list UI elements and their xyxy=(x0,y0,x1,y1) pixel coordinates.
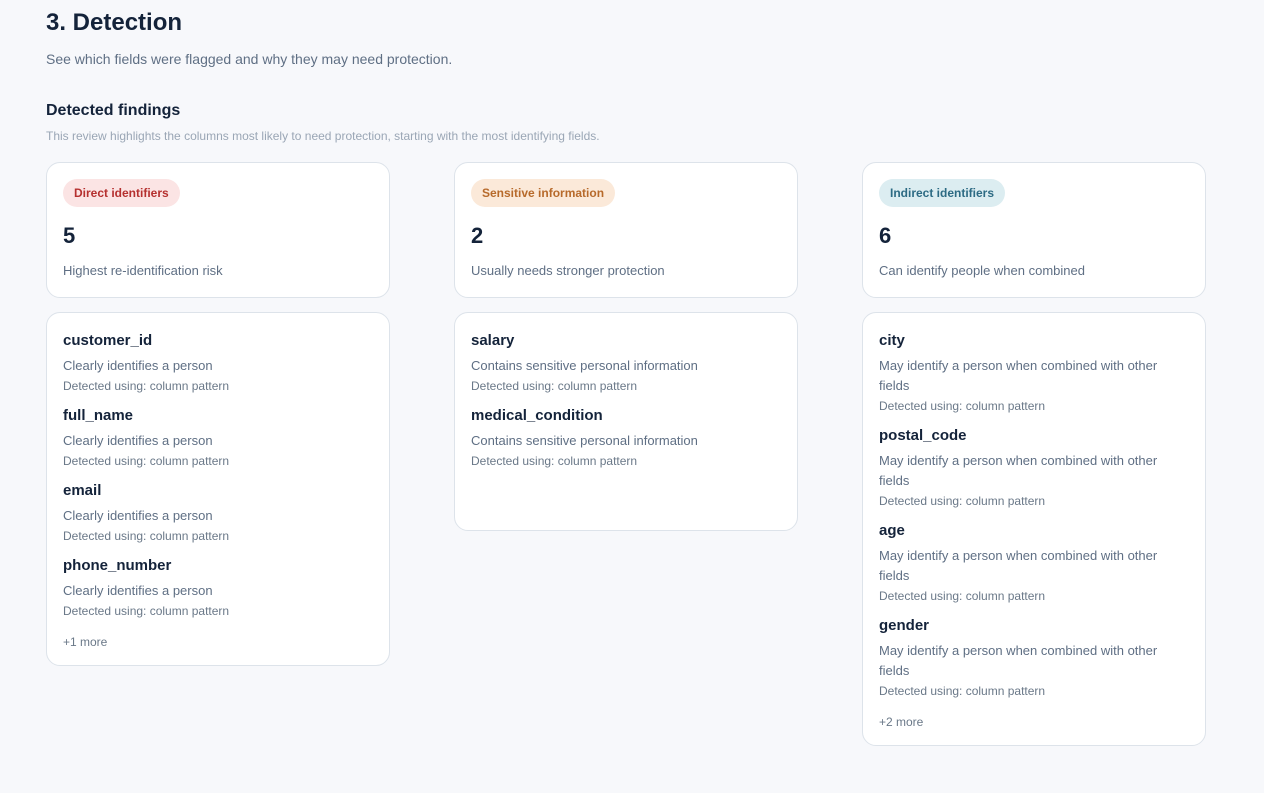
sensitive-information-count: 2 xyxy=(471,223,484,248)
field-name: email xyxy=(63,482,102,499)
list-item: city May identify a person when combined… xyxy=(879,332,1189,414)
sensitive-information-summary: Usually needs stronger protection xyxy=(471,263,665,278)
field-method: Detected using: column pattern xyxy=(879,684,1046,698)
list-item: gender May identify a person when combin… xyxy=(879,617,1189,699)
field-reason: Clearly identifies a person xyxy=(63,433,213,448)
field-method: Detected using: column pattern xyxy=(471,379,638,393)
more-fields-link[interactable]: +2 more xyxy=(879,715,1189,729)
list-item: salary Contains sensitive personal infor… xyxy=(471,332,781,394)
field-name: medical_condition xyxy=(471,407,603,424)
field-name: city xyxy=(879,332,905,349)
field-name: age xyxy=(879,522,905,539)
field-name: postal_code xyxy=(879,427,967,444)
field-name: gender xyxy=(879,617,930,634)
sensitive-information-badge: Sensitive information xyxy=(471,179,616,207)
field-reason: May identify a person when combined with… xyxy=(879,453,1158,488)
field-method: Detected using: column pattern xyxy=(879,589,1046,603)
field-method: Detected using: column pattern xyxy=(63,454,230,468)
field-method: Detected using: column pattern xyxy=(471,454,638,468)
direct-identifiers-list: customer_id Clearly identifies a person … xyxy=(46,312,390,666)
list-item: postal_code May identify a person when c… xyxy=(879,427,1189,509)
field-name: customer_id xyxy=(63,332,153,349)
more-fields-link[interactable]: +1 more xyxy=(63,635,373,649)
list-item: full_name Clearly identifies a person De… xyxy=(63,407,373,469)
page-title: 3. Detection xyxy=(46,9,183,36)
field-method: Detected using: column pattern xyxy=(63,604,230,618)
direct-identifiers-summary: Highest re-identification risk xyxy=(63,263,223,278)
list-item: phone_number Clearly identifies a person… xyxy=(63,557,373,619)
field-reason: Clearly identifies a person xyxy=(63,358,213,373)
indirect-identifiers-count: 6 xyxy=(879,223,892,248)
field-reason: May identify a person when combined with… xyxy=(879,358,1158,393)
field-reason: Clearly identifies a person xyxy=(63,508,213,523)
field-reason: May identify a person when combined with… xyxy=(879,548,1158,583)
field-method: Detected using: column pattern xyxy=(879,399,1046,413)
direct-identifiers-badge: Direct identifiers xyxy=(63,179,180,207)
field-name: phone_number xyxy=(63,557,172,574)
field-reason: Clearly identifies a person xyxy=(63,583,213,598)
field-name: salary xyxy=(471,332,515,349)
field-reason: Contains sensitive personal information xyxy=(471,358,698,373)
indirect-identifiers-summary: Can identify people when combined xyxy=(879,263,1085,278)
findings-title: Detected findings xyxy=(46,102,181,119)
list-item: age May identify a person when combined … xyxy=(879,522,1189,604)
field-method: Detected using: column pattern xyxy=(63,529,230,543)
summary-card-direct: Direct identifiers 5 Highest re-identifi… xyxy=(46,162,390,298)
field-method: Detected using: column pattern xyxy=(63,379,230,393)
page-subtitle: See which fields were flagged and why th… xyxy=(46,51,453,67)
direct-identifiers-count: 5 xyxy=(63,223,76,248)
list-item: customer_id Clearly identifies a person … xyxy=(63,332,373,394)
list-item: email Clearly identifies a person Detect… xyxy=(63,482,373,544)
field-name: full_name xyxy=(63,407,134,424)
field-reason: May identify a person when combined with… xyxy=(879,643,1158,678)
summary-card-indirect: Indirect identifiers 6 Can identify peop… xyxy=(862,162,1206,298)
indirect-identifiers-list: city May identify a person when combined… xyxy=(862,312,1206,746)
field-reason: Contains sensitive personal information xyxy=(471,433,698,448)
summary-card-sensitive: Sensitive information 2 Usually needs st… xyxy=(454,162,798,298)
sensitive-information-list: salary Contains sensitive personal infor… xyxy=(454,312,798,531)
indirect-identifiers-badge: Indirect identifiers xyxy=(879,179,1006,207)
findings-description: This review highlights the columns most … xyxy=(46,129,600,143)
field-method: Detected using: column pattern xyxy=(879,494,1046,508)
list-item: medical_condition Contains sensitive per… xyxy=(471,407,781,469)
